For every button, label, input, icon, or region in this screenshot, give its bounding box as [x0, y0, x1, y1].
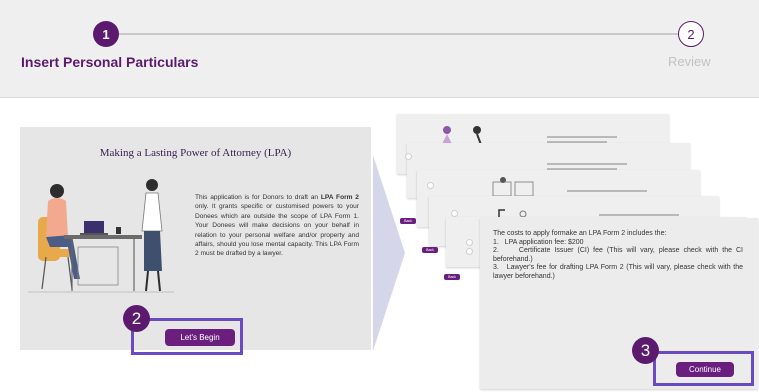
slide-nav-dot[interactable]	[466, 239, 473, 246]
callout-badge-2: 2	[123, 305, 150, 332]
slide-nav-dot[interactable]	[405, 153, 412, 160]
callout-badge-3: 3	[632, 337, 659, 364]
cost-item: 2. Certificate Issuer (CI) fee (This wil…	[493, 247, 743, 263]
intro-title: Making a Lasting Power of Attorney (LPA)	[99, 147, 292, 159]
back-button[interactable]: Back	[422, 247, 438, 253]
step-2-label: Review	[668, 54, 711, 69]
stepper-header: 1 2 Insert Personal Particulars Review	[0, 0, 759, 98]
highlight-box-continue	[653, 351, 754, 386]
intro-description: This application is for Donors to draft …	[195, 193, 359, 259]
next-arrow-icon	[373, 155, 405, 351]
intro-text-part-1: This application is for Donors to draft …	[195, 194, 321, 201]
intro-text-part-2: only. It grants specific or customised p…	[195, 203, 359, 258]
back-button[interactable]: Back	[444, 274, 460, 280]
costs-description: The costs to apply formake an LPA Form 2…	[493, 230, 743, 282]
cost-item: 1. LPA application fee: $200	[493, 238, 584, 246]
stepper-line	[118, 33, 680, 35]
cost-item: 3. Lawyer's fee for drafting LPA Form 2 …	[493, 264, 743, 280]
slide-text-line	[547, 163, 627, 165]
intro-text-bold: LPA Form 2	[320, 194, 359, 201]
step-2-indicator[interactable]: 2	[678, 21, 704, 47]
costs-intro: The costs to apply formake an LPA Form 2…	[493, 230, 667, 237]
people-at-desk-illustration	[28, 179, 174, 293]
slide-nav-dot[interactable]	[466, 248, 473, 255]
slide-text-line	[599, 214, 679, 216]
back-button[interactable]: Back	[400, 218, 416, 224]
slide-nav-dot[interactable]	[451, 210, 458, 217]
step-1-indicator[interactable]: 1	[93, 21, 119, 47]
slide-nav-dot[interactable]	[427, 182, 434, 189]
slide-text-line	[547, 136, 617, 138]
step-1-label: Insert Personal Particulars	[21, 54, 199, 70]
intro-panel: Making a Lasting Power of Attorney (LPA)…	[20, 127, 371, 350]
slide-text-line	[567, 190, 647, 192]
